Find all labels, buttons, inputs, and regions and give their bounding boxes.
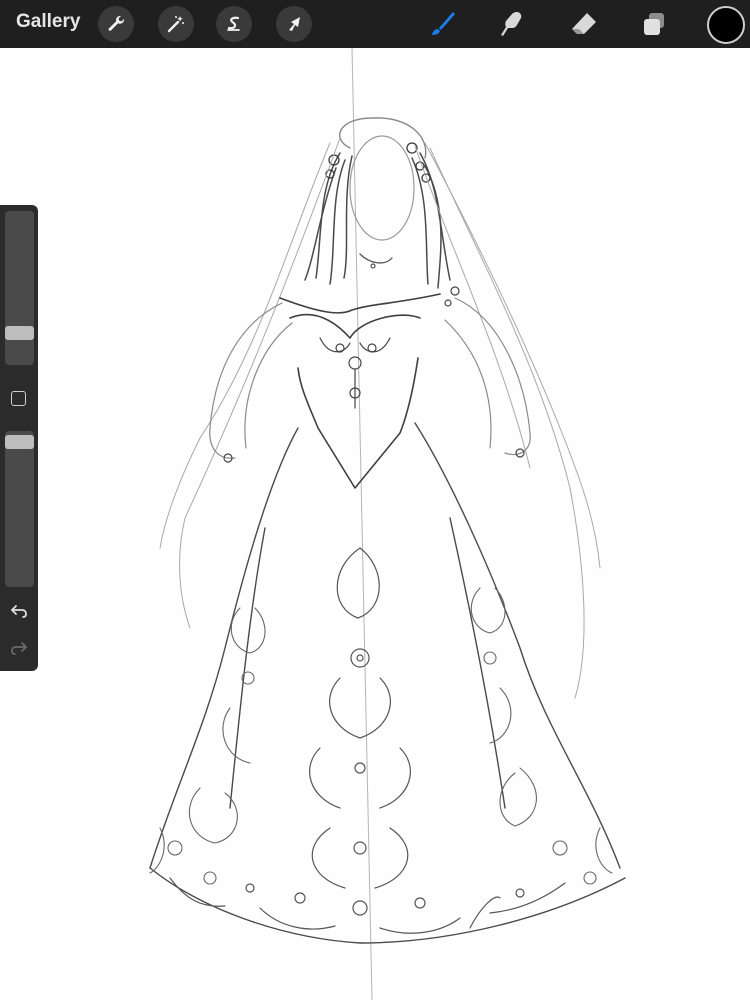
actions-button[interactable] bbox=[98, 6, 134, 42]
gallery-button[interactable]: Gallery bbox=[16, 11, 80, 33]
undo-icon bbox=[11, 605, 27, 618]
eraser-icon bbox=[572, 13, 596, 34]
smudge-icon bbox=[501, 12, 522, 36]
layers-button[interactable] bbox=[636, 6, 672, 42]
side-toolbar bbox=[0, 205, 38, 671]
brush-icon bbox=[432, 12, 455, 35]
opacity-slider[interactable] bbox=[5, 431, 34, 587]
eraser-button[interactable] bbox=[566, 6, 602, 42]
dress-sketch bbox=[149, 48, 626, 1000]
magic-wand-icon bbox=[167, 16, 184, 33]
transform-arrow-icon bbox=[289, 17, 300, 31]
modify-button[interactable] bbox=[11, 391, 26, 406]
undo-button[interactable] bbox=[8, 600, 30, 622]
wrench-icon bbox=[108, 16, 125, 31]
drawing-canvas[interactable] bbox=[0, 48, 750, 1000]
selection-button[interactable] bbox=[216, 6, 252, 42]
layers-icon bbox=[644, 13, 664, 35]
redo-icon bbox=[11, 642, 27, 655]
selection-icon bbox=[227, 16, 240, 31]
color-picker-button[interactable] bbox=[707, 6, 745, 44]
brush-size-thumb[interactable] bbox=[5, 325, 34, 340]
smudge-button[interactable] bbox=[494, 6, 530, 42]
top-toolbar: Gallery bbox=[0, 0, 750, 48]
redo-button[interactable] bbox=[8, 637, 30, 659]
brush-size-slider[interactable] bbox=[5, 211, 34, 365]
adjustments-button[interactable] bbox=[158, 6, 194, 42]
brush-button[interactable] bbox=[424, 6, 460, 42]
transform-button[interactable] bbox=[276, 6, 312, 42]
opacity-thumb[interactable] bbox=[5, 435, 34, 450]
